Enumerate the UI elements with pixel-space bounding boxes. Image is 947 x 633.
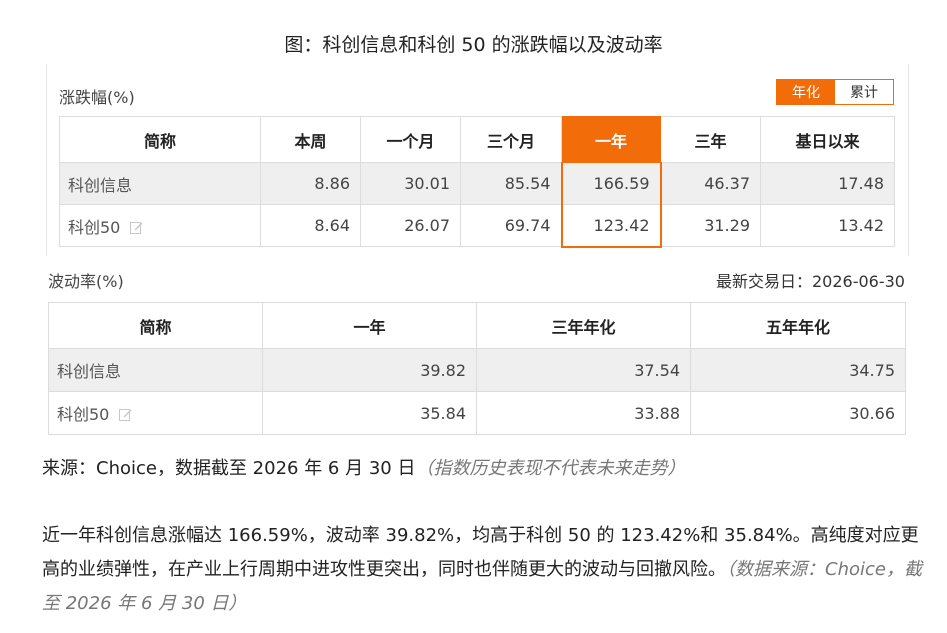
cell-value: 8.86 [260,162,361,205]
cell-value: 31.29 [660,204,761,247]
latest-trade-date: 最新交易日：2026-06-30 [716,272,905,291]
table-row: 科创50 8.64 26.07 69.74 123.42 31.29 13.42 [59,204,895,248]
table-header-row: 简称 本周 一个月 三个月 一年 三年 基日以来 [59,116,895,163]
period-toggle: 年化 累计 [776,79,894,105]
cell-value: 26.07 [360,204,461,247]
row-name: 科创50 [57,405,110,424]
col-header-5y-annualized: 五年年化 [690,302,906,349]
cell-value: 34.75 [690,348,906,392]
table-row: 科创信息 8.86 30.01 85.54 166.59 46.37 17.48 [59,162,895,205]
volatility-section-label: 波动率(%) [48,272,124,291]
col-header-1y[interactable]: 一年 [561,116,661,163]
table-header-row: 简称 一年 三年年化 五年年化 [48,302,906,349]
row-name-cell: 科创50 [48,391,263,435]
col-header-week[interactable]: 本周 [260,116,361,163]
cell-value: 85.54 [460,162,562,205]
col-header-3y-annualized: 三年年化 [476,302,691,349]
row-name: 科创50 [68,217,121,237]
cell-value: 30.66 [690,391,906,435]
table-row: 科创50 35.84 33.88 30.66 [48,391,906,435]
row-name: 科创信息 [59,162,261,205]
cell-value-highlight: 166.59 [560,162,662,205]
cell-value: 37.54 [476,348,691,392]
col-header-1y: 一年 [262,302,477,349]
cell-value: 33.88 [476,391,691,435]
cell-value: 69.74 [460,204,562,247]
source-note: 来源：Choice，数据截至 2026 年 6 月 30 日（指数历史表现不代表… [42,452,922,486]
col-header-3m[interactable]: 三个月 [460,116,562,163]
returns-table: 简称 本周 一个月 三个月 一年 三年 基日以来 科创信息 8.86 30.01… [59,116,895,248]
cell-value: 8.64 [260,204,361,247]
cell-value: 30.01 [360,162,461,205]
cell-value: 17.48 [760,162,895,205]
edit-icon[interactable] [130,221,143,234]
cumulative-toggle-button[interactable]: 累计 [835,80,893,104]
row-name-cell: 科创50 [59,204,261,247]
col-header-name: 简称 [48,302,263,349]
col-header-3y[interactable]: 三年 [660,116,761,163]
summary-paragraph: 近一年科创信息涨幅达 166.59%，波动率 39.82%，均高于科创 50 的… [42,519,922,621]
cell-value: 39.82 [262,348,477,392]
source-disclaimer: （指数历史表现不代表未来走势） [415,458,686,479]
row-name: 科创信息 [48,348,263,392]
col-header-since-base[interactable]: 基日以来 [760,116,895,163]
col-header-1m[interactable]: 一个月 [360,116,461,163]
edit-icon[interactable] [119,408,132,421]
figure-title: 图：科创信息和科创 50 的涨跌幅以及波动率 [284,34,663,56]
annualized-toggle-button[interactable]: 年化 [777,80,835,104]
returns-section-label: 涨跌幅(%) [59,88,135,107]
col-header-name: 简称 [59,116,261,163]
volatility-table: 简称 一年 三年年化 五年年化 科创信息 39.82 37.54 34.75 科… [48,302,906,435]
cell-value: 46.37 [660,162,761,205]
source-text: 来源：Choice，数据截至 2026 年 6 月 30 日 [42,458,416,479]
table-row: 科创信息 39.82 37.54 34.75 [48,348,906,392]
cell-value: 13.42 [760,204,895,247]
cell-value: 35.84 [262,391,477,435]
cell-value-highlight: 123.42 [560,204,662,248]
